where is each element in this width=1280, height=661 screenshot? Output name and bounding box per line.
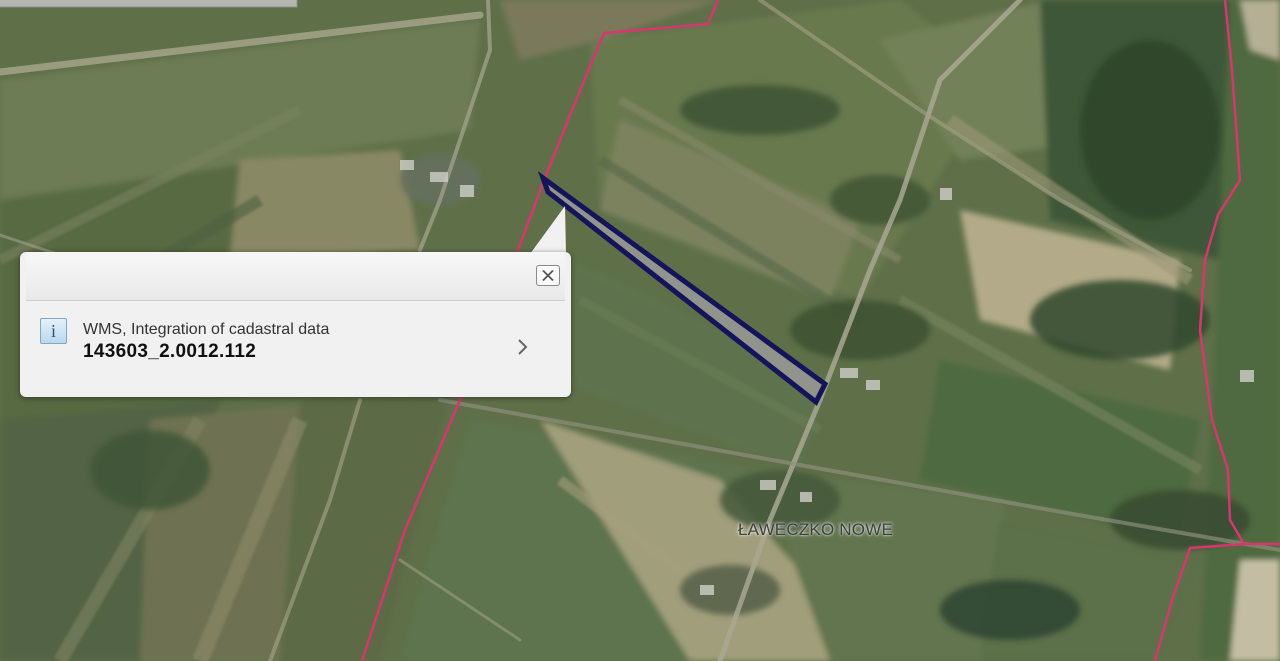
- feature-info-popup: i WMS, Integration of cadastral data 143…: [20, 252, 571, 397]
- popup-pointer: [530, 206, 566, 254]
- info-icon: i: [40, 318, 67, 344]
- close-icon: [542, 269, 554, 282]
- place-name-label: ŁAWECZKO NOWE: [738, 520, 893, 539]
- popup-header: [26, 252, 565, 301]
- map-control-panel: [0, 0, 298, 8]
- layer-name: WMS, Integration of cadastral data: [83, 321, 330, 338]
- close-button[interactable]: [536, 265, 560, 286]
- chevron-right-icon[interactable]: [516, 336, 530, 358]
- parcel-id: 143603_2.0012.112: [83, 341, 257, 362]
